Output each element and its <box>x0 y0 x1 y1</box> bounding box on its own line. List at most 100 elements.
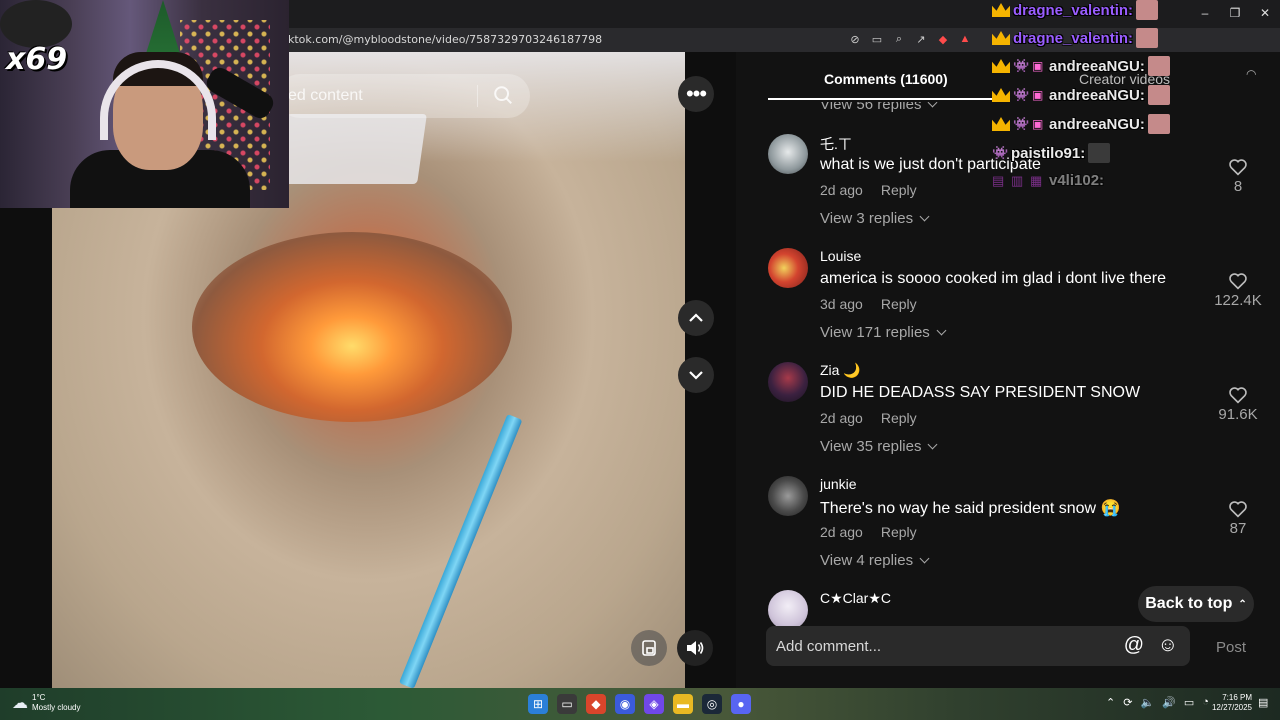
steam-icon[interactable]: ◎ <box>702 694 722 714</box>
invader-badge-icon: 👾 <box>992 145 1009 160</box>
comment-username[interactable]: junkie <box>820 476 857 492</box>
volume-icon[interactable]: 🔊 <box>1162 696 1176 709</box>
invader-badge-icon: 👾 <box>1013 58 1030 73</box>
comment-text: america is soooo cooked im glad i dont l… <box>820 270 1166 287</box>
screen: – ❐ ✕ ktok.com/@mybloodstone/video/75873… <box>0 0 1280 720</box>
emote-icon <box>1136 28 1159 48</box>
like-button[interactable]: 91.6K <box>1208 386 1268 423</box>
emoji-icon[interactable]: ☺ <box>1158 634 1178 657</box>
comment-username[interactable]: 乇.ㄒ <box>820 134 852 154</box>
volume-button[interactable] <box>677 630 713 666</box>
reply-button[interactable]: Reply <box>881 296 917 312</box>
heart-icon <box>1229 501 1247 518</box>
network-icon[interactable]: ▭ <box>1184 696 1194 709</box>
comment-meta: 2d ago Reply <box>820 524 917 540</box>
app-icon[interactable]: ◈ <box>644 694 664 714</box>
zoom-icon[interactable]: ⌕ <box>892 32 906 46</box>
clock-date: 12/27/2025 <box>1211 703 1252 712</box>
like-button[interactable]: 87 <box>1208 500 1268 537</box>
chevron-down-icon <box>928 102 938 108</box>
comment-meta: 3d ago Reply <box>820 296 917 312</box>
comment-text: DID HE DEADASS SAY PRESIDENT SNOW <box>820 384 1141 401</box>
start-icon[interactable]: ⊞ <box>528 694 548 714</box>
chevron-up-icon <box>689 313 703 322</box>
comment-username[interactable]: Louise <box>820 248 861 264</box>
chat-username: dragne_valentin: <box>1013 1 1134 19</box>
pip-icon <box>642 640 656 656</box>
chevron-down-icon <box>689 371 703 380</box>
reply-button[interactable]: Reply <box>881 524 917 540</box>
like-count: 91.6K <box>1218 406 1258 423</box>
file-explorer-icon[interactable]: ▬ <box>673 694 693 714</box>
url-text[interactable]: ktok.com/@mybloodstone/video/75873297032… <box>288 33 602 46</box>
previous-video-button[interactable] <box>678 300 714 336</box>
view-replies-button[interactable]: View 4 replies <box>820 552 930 569</box>
avatar[interactable] <box>768 248 808 288</box>
video-blue-pole <box>398 414 523 688</box>
emote-icon <box>1147 114 1170 134</box>
tab-comments[interactable]: Comments (11600) <box>824 71 948 87</box>
search-icon[interactable] <box>492 84 514 106</box>
back-to-top-button[interactable]: Back to top ⌃ <box>1138 586 1254 622</box>
chevron-up-icon[interactable]: ⌃ <box>1106 696 1115 709</box>
chat-line: dragne_valentin: <box>992 28 1159 48</box>
task-view-icon[interactable]: ▭ <box>557 694 577 714</box>
like-count: 122.4K <box>1214 292 1262 309</box>
badge-icon: ▥ <box>1011 172 1024 188</box>
reply-button[interactable]: Reply <box>881 182 917 198</box>
active-tab-indicator <box>768 98 1008 100</box>
avatar[interactable] <box>768 476 808 516</box>
picture-in-picture-button[interactable] <box>631 630 667 666</box>
brave-icon[interactable]: ◆ <box>586 694 606 714</box>
crown-badge-icon <box>992 3 1010 17</box>
view-replies-button[interactable]: View 35 replies <box>820 438 938 455</box>
add-comment-field[interactable]: Add comment... @ ☺ <box>766 626 1190 666</box>
chat-line: 👾 paistilo91: <box>992 143 1111 163</box>
weather-temp: 1°C <box>32 693 46 702</box>
speaker-icon[interactable]: 🔈 <box>1140 696 1154 709</box>
more-options-button[interactable]: ••• <box>678 76 714 112</box>
heart-icon <box>1229 387 1247 404</box>
view-replies-button[interactable]: View 3 replies <box>820 210 930 227</box>
comment-input[interactable]: Add comment... <box>776 638 881 655</box>
cast-icon[interactable]: ▭ <box>870 32 884 46</box>
gift-badge-icon: ▣ <box>1032 117 1044 131</box>
comment-username[interactable]: Zia 🌙 <box>820 362 861 379</box>
emote-icon <box>1147 85 1170 105</box>
share-icon[interactable]: ↗ <box>914 32 928 46</box>
chat-line: 👾 ▣ andreeaNGU: <box>992 114 1170 134</box>
cloud-icon: ☁ <box>12 695 28 712</box>
reader-mode-icon[interactable]: ⊘ <box>848 32 862 46</box>
comment-username[interactable]: C★Clar★C <box>820 590 891 607</box>
view-replies-button[interactable]: View 56 replies <box>820 102 938 113</box>
avatar[interactable] <box>768 134 808 174</box>
mention-icon[interactable]: @ <box>1124 634 1144 657</box>
like-count: 87 <box>1229 520 1247 537</box>
view-replies-button[interactable]: View 171 replies <box>820 324 947 341</box>
post-button[interactable]: Post <box>1216 639 1246 656</box>
weather-widget[interactable]: ☁ 1°C Mostly cloudy <box>12 693 80 713</box>
sync-icon[interactable]: ⟳ <box>1123 696 1132 709</box>
system-tray: ⌃ ⟳ 🔈 🔊 ▭ ◔ <box>1106 696 1209 709</box>
chat-username: dragne_valentin: <box>1013 29 1134 47</box>
discord-icon[interactable]: ● <box>731 694 751 714</box>
brave-rewards-icon[interactable]: ▲ <box>958 32 972 46</box>
search-bar[interactable]: ed content <box>278 74 530 118</box>
invader-badge-icon: 👾 <box>1013 116 1030 131</box>
notification-icon[interactable]: ▤ <box>1258 696 1268 709</box>
next-video-button[interactable] <box>678 357 714 393</box>
search-input[interactable]: ed content <box>288 87 363 105</box>
brave-shield-icon[interactable]: ◆ <box>936 32 950 46</box>
chat-username: andreeaNGU: <box>1049 57 1145 75</box>
app-icon[interactable]: ◉ <box>615 694 635 714</box>
emote-icon <box>1088 143 1111 163</box>
like-button[interactable]: 122.4K <box>1208 272 1268 309</box>
gift-badge-icon: ▣ <box>1032 88 1044 102</box>
chat-line: ▤ ▥ ▦ v4li102: <box>992 172 1104 189</box>
comment-item: Zia 🌙 DID HE DEADASS SAY PRESIDENT SNOW … <box>768 362 1268 470</box>
clock[interactable]: 7:16 PM 12/27/2025 <box>1208 693 1252 713</box>
emote-icon <box>1147 56 1170 76</box>
reply-button[interactable]: Reply <box>881 410 917 426</box>
avatar[interactable] <box>768 362 808 402</box>
avatar[interactable] <box>768 590 808 630</box>
